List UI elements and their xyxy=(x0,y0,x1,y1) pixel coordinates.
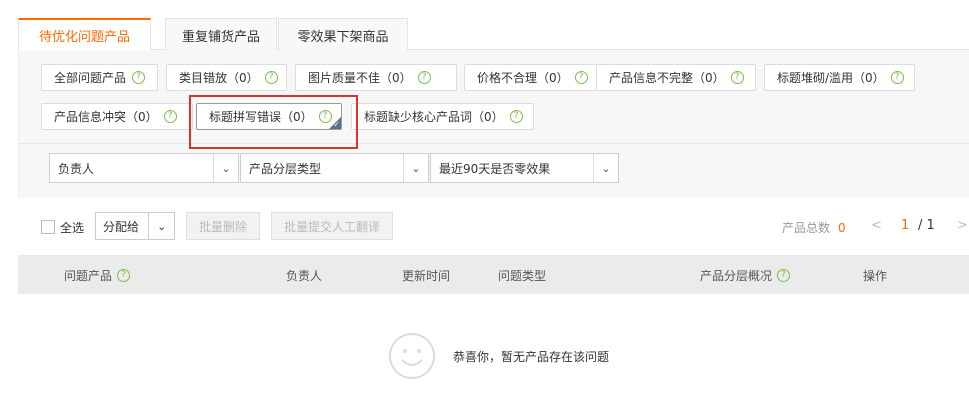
chip-unreasonable-price[interactable]: 价格不合理（0） ? xyxy=(464,64,604,91)
chip-label: 产品信息冲突（0） xyxy=(54,110,158,124)
chevron-down-icon[interactable]: ⌄ xyxy=(593,154,618,182)
owner-select-value: 负责人 xyxy=(58,161,95,176)
product-total-label: 产品总数 xyxy=(782,221,831,235)
chip-label: 产品信息不完整（0） xyxy=(609,71,725,85)
total-pages: / 1 xyxy=(918,218,935,233)
chip-info-conflict[interactable]: 产品信息冲突（0） ? xyxy=(41,103,193,130)
tab-bar: 待优化问题产品 重复铺货产品 零效果下架商品 xyxy=(18,18,969,51)
chip-label: 类目错放（0） xyxy=(179,71,259,85)
help-icon[interactable]: ? xyxy=(777,269,791,282)
help-icon[interactable]: ? xyxy=(890,71,904,84)
chevron-down-icon[interactable]: ⌄ xyxy=(213,154,238,182)
help-icon[interactable]: ? xyxy=(132,71,146,84)
tab-duplicate-listings[interactable]: 重复铺货产品 xyxy=(165,18,277,51)
column-label: 负责人 xyxy=(286,269,323,283)
chip-title-spelling-error[interactable]: 标题拼写错误（0） ? ✓ xyxy=(196,103,342,130)
chip-label: 图片质量不佳（0） xyxy=(308,71,412,85)
chip-category-misplaced[interactable]: 类目错放（0） ? xyxy=(166,64,287,91)
chip-label: 价格不合理（0） xyxy=(477,71,569,85)
help-icon[interactable]: ? xyxy=(574,71,588,84)
owner-select[interactable]: 负责人 ⌄ xyxy=(49,153,239,183)
column-update-time: 更新时间 xyxy=(402,267,450,284)
chip-label: 标题拼写错误（0） xyxy=(209,110,313,124)
next-page-icon[interactable]: > xyxy=(957,218,968,233)
tab-zero-effect-delisted[interactable]: 零效果下架商品 xyxy=(278,18,408,51)
chip-label: 全部问题产品 xyxy=(54,71,127,85)
assign-dropdown[interactable]: 分配给 ⌄ xyxy=(95,212,175,240)
filter-panel: 全部问题产品 ? 类目错放（0） ? 图片质量不佳（0） ? 价格不合理（0） … xyxy=(18,50,969,198)
chip-incomplete-info[interactable]: 产品信息不完整（0） ? xyxy=(596,64,756,91)
chip-title-missing-core-word[interactable]: 标题缺少核心产品词（0） ? xyxy=(351,103,534,130)
table-header: 问题产品 ? 负责人 更新时间 问题类型 产品分层概况 ? 操作 xyxy=(18,255,969,294)
smile-icon xyxy=(389,333,435,379)
chip-label: 标题堆砌/滥用（0） xyxy=(777,71,885,85)
zero-effect-select[interactable]: 最近90天是否零效果 ⌄ xyxy=(430,153,619,183)
chevron-down-icon[interactable]: ⌄ xyxy=(403,154,428,182)
chip-title-stuffing[interactable]: 标题堆砌/滥用（0） ? xyxy=(764,64,915,91)
column-label: 产品分层概况 xyxy=(700,269,773,283)
help-icon[interactable]: ? xyxy=(509,110,523,123)
column-owner: 负责人 xyxy=(286,267,322,284)
empty-state-message: 恭喜你，暂无产品存在该问题 xyxy=(453,350,610,364)
zero-effect-select-value: 最近90天是否零效果 xyxy=(439,161,551,176)
select-all-checkbox[interactable] xyxy=(41,220,55,234)
chip-all-problem-products[interactable]: 全部问题产品 ? xyxy=(41,64,158,91)
product-tier-select-value: 产品分层类型 xyxy=(249,161,322,176)
product-total: 产品总数 0 xyxy=(782,219,846,236)
help-icon[interactable]: ? xyxy=(264,71,278,84)
column-label: 问题产品 xyxy=(64,269,113,283)
column-actions: 操作 xyxy=(863,267,887,284)
batch-translate-button[interactable]: 批量提交人工翻译 xyxy=(271,212,393,240)
chip-label: 标题缺少核心产品词（0） xyxy=(364,110,504,124)
current-page: 1 xyxy=(901,218,910,233)
column-problem-product: 问题产品 ? xyxy=(64,267,131,284)
assign-label: 分配给 xyxy=(103,219,140,234)
column-problem-type: 问题类型 xyxy=(498,267,546,284)
chip-poor-image-quality[interactable]: 图片质量不佳（0） ? xyxy=(295,64,457,91)
help-icon[interactable]: ? xyxy=(117,269,131,282)
help-icon[interactable]: ? xyxy=(417,71,431,84)
help-icon[interactable]: ? xyxy=(163,110,177,123)
column-label: 问题类型 xyxy=(498,269,547,283)
select-all-label: 全选 xyxy=(60,221,85,235)
product-total-count: 0 xyxy=(838,221,846,235)
divider xyxy=(19,143,969,144)
chevron-down-icon[interactable]: ⌄ xyxy=(148,213,174,239)
batch-delete-button[interactable]: 批量删除 xyxy=(186,212,260,240)
column-tier-overview: 产品分层概况 ? xyxy=(700,267,791,284)
column-label: 操作 xyxy=(863,269,888,283)
help-icon[interactable]: ? xyxy=(730,71,744,84)
prev-page-icon[interactable]: < xyxy=(871,218,882,233)
tab-pending-problem-products[interactable]: 待优化问题产品 xyxy=(18,18,151,51)
product-tier-select[interactable]: 产品分层类型 ⌄ xyxy=(240,153,429,183)
check-icon: ✓ xyxy=(333,120,340,129)
column-label: 更新时间 xyxy=(402,269,451,283)
